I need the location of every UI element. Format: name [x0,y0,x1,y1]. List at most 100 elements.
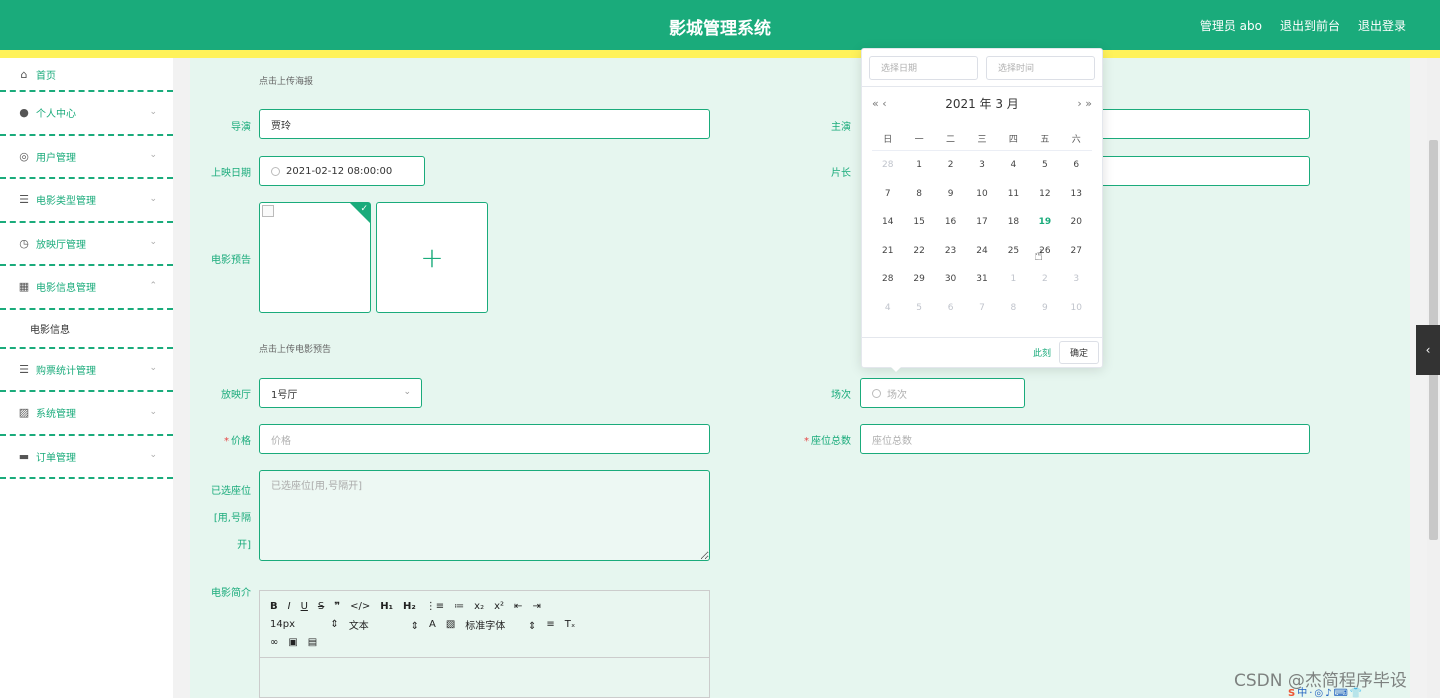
calendar-day[interactable]: 3 [1061,265,1092,294]
prev-year-month-icon[interactable]: « ‹ [872,97,887,110]
exit-to-front-link[interactable]: 退出到前台 [1280,17,1340,34]
sidebar-item-home[interactable]: ⌂ 首页 [0,58,173,92]
calendar-day[interactable]: 6 [935,294,966,323]
calendar-day[interactable]: 1 [998,265,1029,294]
session-input[interactable]: 场次 [860,378,1025,408]
actor-input[interactable] [1090,109,1310,139]
sidebar-item-ticket-stats[interactable]: ☰ 购票统计管理 ⌄ [0,349,173,392]
calendar-day[interactable]: 4 [998,151,1029,180]
confirm-button[interactable]: 确定 [1058,341,1099,364]
calendar-day[interactable]: 11 [998,180,1029,209]
calendar-day[interactable]: 8 [903,180,934,209]
calendar-day[interactable]: 8 [998,294,1029,323]
sidebar-item-personal-center[interactable]: ● 个人中心 ⌄ [0,92,173,136]
calendar-day[interactable]: 5 [1029,151,1060,180]
calendar-day[interactable]: 30 [935,265,966,294]
link-icon[interactable]: ∞ [270,637,278,648]
calendar-day[interactable]: 10 [966,180,997,209]
next-month-year-icon[interactable]: › » [1077,97,1092,110]
session-placeholder: 场次 [887,389,907,401]
italic-icon[interactable]: I [288,601,291,612]
calendar-day[interactable]: 25 [998,237,1029,266]
price-input[interactable]: 价格 [259,424,710,454]
calendar-day[interactable]: 2 [1029,265,1060,294]
calendar-day[interactable]: 10 [1061,294,1092,323]
sidebar-item-hall-management[interactable]: ◷ 放映厅管理 ⌄ [0,223,173,266]
seats-input[interactable]: 座位总数 [860,424,1310,454]
align-icon[interactable]: ≡ [546,619,554,630]
chosen-seats-textarea[interactable] [259,470,710,561]
calendar-day[interactable]: 4 [872,294,903,323]
bold-icon[interactable]: B [270,601,278,612]
background-color-icon[interactable]: ▧ [446,619,455,630]
calendar-day[interactable]: 9 [1029,294,1060,323]
calendar-day[interactable]: 20 [1061,208,1092,237]
calendar-day[interactable]: 29 [903,265,934,294]
strike-icon[interactable]: S [318,601,324,612]
font-color-icon[interactable]: A [429,619,436,630]
calendar-day[interactable]: 7 [872,180,903,209]
h1-icon[interactable]: H₁ [380,601,393,612]
bullet-list-icon[interactable]: ≔ [454,601,464,612]
video-icon[interactable]: ▤ [308,637,317,648]
sidebar-item-user-management[interactable]: ◎ 用户管理 ⌄ [0,136,173,179]
sidebar-item-movie-info-management[interactable]: ▦ 电影信息管理 ⌃ [0,266,173,310]
now-button[interactable]: 此刻 [1033,346,1051,359]
calendar-day[interactable]: 24 [966,237,997,266]
calendar-day[interactable]: 3 [966,151,997,180]
calendar-day[interactable]: 12 [1029,180,1060,209]
trailer-uploaded-item[interactable]: ✓ [259,202,371,313]
calendar-day[interactable]: 28 [872,151,903,180]
calendar-day[interactable]: 7 [966,294,997,323]
ordered-list-icon[interactable]: ⋮≡ [426,601,444,612]
code-icon[interactable]: </> [350,601,370,612]
trailer-upload-button[interactable]: + [376,202,488,313]
indent-icon[interactable]: ⇥ [532,601,540,612]
calendar-day[interactable]: 21 [872,237,903,266]
sidebar-item-movie-type[interactable]: ☰ 电影类型管理 ⌄ [0,179,173,223]
trailer-upload-hint: 点击上传电影预告 [259,345,332,355]
calendar-day[interactable]: 31 [966,265,997,294]
calendar-day[interactable]: 22 [903,237,934,266]
logout-link[interactable]: 退出登录 [1358,17,1406,34]
quote-icon[interactable]: ❞ [334,601,340,612]
hall-select[interactable]: 1号厅 ⌄ [259,378,422,408]
calendar-day[interactable]: 16 [935,208,966,237]
outdent-icon[interactable]: ⇤ [514,601,522,612]
calendar-day[interactable]: 27 [1061,237,1092,266]
picker-time-input[interactable]: 选择时间 [986,55,1095,80]
calendar-day[interactable]: 14 [872,208,903,237]
calendar-day[interactable]: 13 [1061,180,1092,209]
superscript-icon[interactable]: x² [494,601,504,612]
calendar-day[interactable]: 1 [903,151,934,180]
ime-toolbar: S中·◎♪⌨👕 [1288,688,1365,698]
calendar-day[interactable]: 18 [998,208,1029,237]
subscript-icon[interactable]: x₂ [474,601,484,612]
calendar-day[interactable]: 19 [1029,208,1060,237]
calendar-day[interactable]: 6 [1061,151,1092,180]
calendar-day[interactable]: 23 [935,237,966,266]
calendar-day[interactable]: 9 [935,180,966,209]
sidebar-item-order-management[interactable]: ▬ 订单管理 ⌄ [0,436,173,479]
length-input[interactable] [1090,156,1310,186]
calendar-day[interactable]: 5 [903,294,934,323]
sidebar-item-system-management[interactable]: ▨ 系统管理 ⌄ [0,392,173,436]
underline-icon[interactable]: U [301,601,308,612]
h2-icon[interactable]: H₂ [403,601,416,612]
image-icon[interactable]: ▣ [288,637,297,648]
block-select[interactable]: 文本 ⇕ [349,617,419,632]
director-input[interactable]: 贾玲 [259,109,710,139]
collapse-panel-button[interactable]: ‹ [1416,325,1440,375]
calendar-day[interactable]: 2 [935,151,966,180]
font-size-select[interactable]: 14px ⇕ [270,619,339,630]
clear-format-icon[interactable]: Tₓ [565,619,576,630]
poster-upload-hint: 点击上传海报 [259,77,314,87]
calendar-day[interactable]: 28 [872,265,903,294]
calendar-day[interactable]: 15 [903,208,934,237]
font-family-select[interactable]: 标准字体 ⇕ [465,617,536,632]
release-date-input[interactable]: 2021-02-12 08:00:00 [259,156,425,186]
home-icon: ⌂ [20,67,28,81]
picker-date-input[interactable]: 选择日期 [869,55,978,80]
calendar-day[interactable]: 17 [966,208,997,237]
sidebar-subitem-movie-info[interactable]: 电影信息 [0,310,173,349]
